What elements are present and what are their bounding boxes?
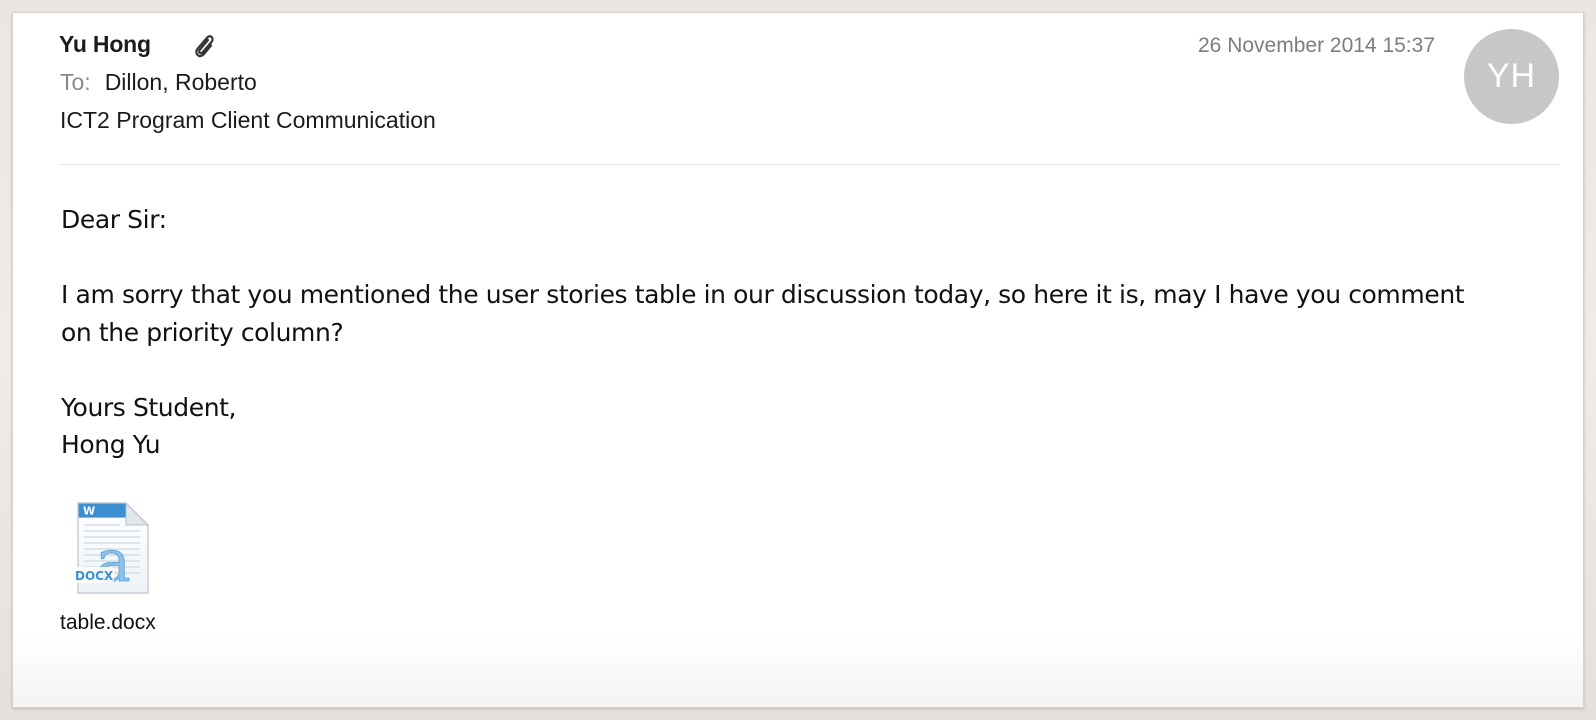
avatar: YH (1464, 29, 1559, 124)
message-body: Dear Sir: I am sorry that you mentioned … (61, 201, 1481, 464)
message-date: 26 November 2014 15:37 (1198, 34, 1435, 57)
paperclip-icon (195, 35, 214, 58)
body-paragraph: I am sorry that you mentioned the user s… (61, 280, 1465, 347)
message-card: Yu Hong 26 November 2014 15:37 YH To: Dil… (12, 12, 1584, 708)
closing-line: Yours Student, (61, 392, 237, 422)
svg-text:a: a (96, 527, 131, 595)
attachment-filename[interactable]: table.docx (60, 611, 156, 635)
svg-text:DOCX: DOCX (75, 569, 114, 583)
card-bottom-fade (13, 637, 1583, 707)
header-divider (60, 164, 1559, 165)
signature: Hong Yu (61, 430, 161, 459)
svg-text:W: W (83, 505, 95, 518)
sender-name[interactable]: Yu Hong (59, 31, 151, 58)
docx-file-icon[interactable]: W a DOCX (70, 501, 152, 597)
to-label: To: (60, 69, 91, 95)
recipient-row: To: Dillon, Roberto (60, 69, 257, 96)
recipient-name[interactable]: Dillon, Roberto (105, 69, 257, 95)
greeting: Dear Sir: (61, 205, 167, 234)
message-subject: ICT2 Program Client Communication (60, 107, 436, 133)
